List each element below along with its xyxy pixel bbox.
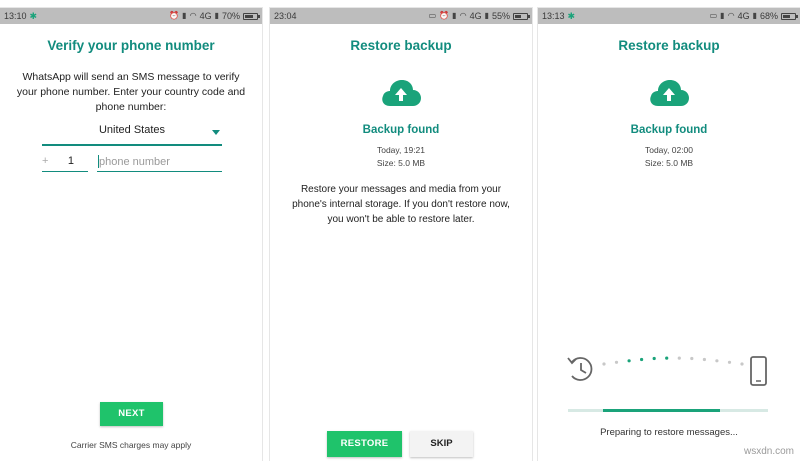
progress-dots bbox=[602, 356, 744, 366]
progress-dot bbox=[690, 356, 694, 361]
wifi-icon: ◠ bbox=[459, 11, 467, 20]
network-type: 4G bbox=[737, 11, 750, 21]
battery-icon bbox=[243, 12, 260, 20]
watermark: wsxdn.com bbox=[743, 446, 794, 457]
restore-button[interactable]: RESTORE bbox=[327, 431, 402, 457]
restore-description: Restore your messages and media from you… bbox=[292, 184, 510, 225]
status-time: 13:13 bbox=[542, 11, 565, 21]
backup-date: Today, 02:00 bbox=[644, 145, 694, 155]
chevron-down-icon[interactable] bbox=[212, 130, 220, 135]
backup-found-label: Backup found bbox=[630, 124, 708, 136]
cloud-upload-icon bbox=[382, 80, 421, 106]
progress-dot bbox=[627, 359, 631, 363]
alarm-icon: ⏰ bbox=[439, 11, 450, 20]
battery-icon bbox=[781, 12, 798, 20]
page-title: Restore backup bbox=[618, 38, 720, 53]
battery-icon bbox=[513, 12, 530, 20]
whatsapp-notification-icon: ✱ bbox=[29, 10, 38, 21]
smartphone-icon bbox=[750, 356, 767, 386]
signal-bars-icon: ▮ bbox=[752, 11, 757, 20]
gallery-notification-icon: ▭ bbox=[428, 11, 437, 20]
progress-dot bbox=[665, 356, 669, 360]
network-type: 4G bbox=[199, 11, 212, 21]
backup-size: Size: 5.0 MB bbox=[376, 158, 426, 168]
progress-dot bbox=[602, 362, 606, 366]
progress-dot bbox=[740, 362, 744, 366]
alarm-icon: ⏰ bbox=[169, 11, 180, 20]
progress-dot bbox=[727, 360, 732, 364]
restore-progress-bar bbox=[568, 409, 768, 412]
carrier-charges-note: Carrier SMS charges may apply bbox=[70, 440, 192, 450]
country-code-value: 1 bbox=[67, 155, 74, 167]
cloud-upload-icon bbox=[650, 80, 689, 106]
backup-date: Today, 19:21 bbox=[376, 145, 426, 155]
restore-progress-animation bbox=[567, 356, 767, 386]
progress-dot bbox=[677, 356, 681, 360]
battery-percent: 70% bbox=[221, 11, 240, 21]
skip-button[interactable]: SKIP bbox=[410, 431, 473, 457]
signal-bars-icon: ▮ bbox=[214, 11, 219, 20]
restore-progress-fill bbox=[603, 409, 720, 412]
gallery-notification-icon: ▭ bbox=[709, 11, 718, 20]
status-time: 13:10 bbox=[4, 11, 27, 21]
country-select-value: United States bbox=[98, 124, 166, 136]
status-bar: 13:13 ✱ ▭ ▮ ◠ 4G ▮ 68% bbox=[538, 8, 800, 24]
progress-dot bbox=[702, 357, 706, 362]
signal-icon: ▮ bbox=[182, 11, 187, 20]
country-select[interactable]: United States bbox=[42, 124, 222, 146]
restore-backup-screen: 23:04 ▭ ⏰ ▮ ◠ 4G ▮ 55% Restore backup Ba… bbox=[270, 8, 532, 461]
progress-dot bbox=[652, 356, 656, 361]
signal-icon: ▮ bbox=[720, 11, 725, 20]
page-title: Restore backup bbox=[350, 38, 452, 53]
whatsapp-notification-icon: ✱ bbox=[567, 10, 576, 21]
network-type: 4G bbox=[469, 11, 482, 21]
status-time: 23:04 bbox=[274, 11, 297, 21]
instructions-text: WhatsApp will send an SMS message to ver… bbox=[16, 71, 246, 113]
status-bar: 13:10 ✱ ⏰ ▮ ◠ 4G ▮ 70% bbox=[0, 8, 262, 24]
progress-dot bbox=[715, 359, 719, 363]
signal-icon: ▮ bbox=[452, 11, 457, 20]
history-icon bbox=[567, 357, 593, 381]
phone-number-input[interactable] bbox=[97, 152, 222, 172]
restoring-screen: 13:13 ✱ ▭ ▮ ◠ 4G ▮ 68% Restore backup Ba… bbox=[538, 8, 800, 461]
progress-dot bbox=[614, 360, 619, 364]
backup-found-label: Backup found bbox=[362, 124, 440, 136]
status-bar: 23:04 ▭ ⏰ ▮ ◠ 4G ▮ 55% bbox=[270, 8, 532, 24]
battery-percent: 68% bbox=[759, 11, 778, 21]
wifi-icon: ◠ bbox=[727, 11, 735, 20]
text-cursor bbox=[98, 155, 99, 168]
page-title: Verify your phone number bbox=[47, 38, 215, 53]
signal-bars-icon: ▮ bbox=[484, 11, 489, 20]
progress-dot bbox=[640, 357, 644, 362]
restore-status-text: Preparing to restore messages... bbox=[600, 427, 738, 438]
backup-size: Size: 5.0 MB bbox=[644, 158, 694, 168]
wifi-icon: ◠ bbox=[189, 11, 197, 20]
next-button[interactable]: NEXT bbox=[100, 402, 163, 426]
country-code-field[interactable]: 1 bbox=[42, 152, 88, 172]
battery-percent: 55% bbox=[491, 11, 510, 21]
verify-phone-screen: 13:10 ✱ ⏰ ▮ ◠ 4G ▮ 70% Verify your phone… bbox=[0, 8, 262, 461]
